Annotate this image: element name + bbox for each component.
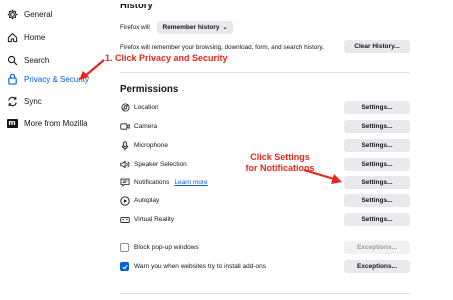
permission-label: Notifications xyxy=(134,179,170,186)
history-description: Firefox will remember your browsing, dow… xyxy=(120,44,324,51)
sidebar-item-search[interactable]: Search xyxy=(6,52,49,68)
sidebar: General Home Search Privacy & Security S… xyxy=(0,0,110,300)
popup-exceptions-button[interactable]: Exceptions... xyxy=(344,241,410,254)
sidebar-item-label: Sync xyxy=(24,96,42,106)
annotation-arrow-step2 xyxy=(303,168,342,184)
sidebar-item-more-from-mozilla[interactable]: m More from Mozilla xyxy=(6,115,88,131)
camera-settings-button[interactable]: Settings... xyxy=(344,120,410,133)
sidebar-item-home[interactable]: Home xyxy=(6,29,45,45)
sidebar-item-label: More from Mozilla xyxy=(24,118,88,128)
sync-icon xyxy=(6,95,18,107)
history-mode-value: Remember history xyxy=(162,24,220,31)
warn-addons-checkbox[interactable] xyxy=(120,262,129,271)
notification-icon xyxy=(120,178,130,188)
permission-label: Microphone xyxy=(134,142,168,149)
learn-more-link[interactable]: Learn more xyxy=(174,179,207,186)
sidebar-item-general[interactable]: General xyxy=(6,6,52,22)
sidebar-item-label: Home xyxy=(24,32,46,42)
permission-label: Virtual Reality xyxy=(134,216,174,223)
permission-autoplay: Autoplay xyxy=(120,194,159,207)
location-icon xyxy=(120,103,130,113)
history-heading: History xyxy=(120,0,153,11)
block-popups-label: Block pop-up windows xyxy=(134,244,199,251)
notifications-settings-button[interactable]: Settings... xyxy=(344,176,410,189)
speaker-selection-settings-button[interactable]: Settings... xyxy=(344,158,410,171)
microphone-icon xyxy=(120,140,130,151)
firefox-will-label: Firefox will xyxy=(120,24,150,31)
divider xyxy=(120,72,410,73)
lock-icon xyxy=(6,73,18,85)
warn-addons-row: Warn you when websites try to install ad… xyxy=(120,260,266,273)
annotation-arrow-step1 xyxy=(79,59,105,80)
divider xyxy=(120,293,410,294)
virtual-reality-settings-button[interactable]: Settings... xyxy=(344,213,410,226)
sidebar-item-sync[interactable]: Sync xyxy=(6,93,42,109)
addon-exceptions-button[interactable]: Exceptions... xyxy=(344,260,410,273)
block-popups-checkbox[interactable] xyxy=(120,243,129,252)
autoplay-settings-button[interactable]: Settings... xyxy=(344,194,410,207)
permission-virtual-reality: Virtual Reality xyxy=(120,213,174,226)
checkmark-icon xyxy=(121,264,128,270)
permission-microphone: Microphone xyxy=(120,139,168,152)
search-icon xyxy=(6,54,18,66)
permission-label: Autoplay xyxy=(134,197,160,204)
permission-label: Speaker Selection xyxy=(134,161,187,168)
warn-addons-label: Warn you when websites try to install ad… xyxy=(134,263,266,270)
annotation-step1: 1. Click Privacy and Security xyxy=(105,53,228,63)
permission-label: Camera xyxy=(134,123,158,130)
history-mode-select[interactable]: Remember history ⌄ xyxy=(157,21,233,34)
permission-notifications: Notifications Learn more xyxy=(120,176,208,189)
home-icon xyxy=(6,31,18,43)
permission-camera: Camera xyxy=(120,120,157,133)
vr-icon xyxy=(120,215,130,225)
permission-speaker-selection: Speaker Selection xyxy=(120,158,187,171)
sidebar-item-label: Search xyxy=(24,55,50,65)
permission-location: Location xyxy=(120,101,159,114)
speaker-icon xyxy=(120,160,130,170)
chevron-down-icon: ⌄ xyxy=(222,25,228,31)
permission-label: Location xyxy=(134,104,159,111)
microphone-settings-button[interactable]: Settings... xyxy=(344,139,410,152)
sidebar-item-label: General xyxy=(24,9,53,19)
clear-history-button[interactable]: Clear History... xyxy=(344,40,410,53)
annotation-step2-line1: Click Settings xyxy=(250,152,310,162)
mozilla-badge: m xyxy=(6,118,18,128)
permissions-heading: Permissions xyxy=(120,84,179,95)
autoplay-icon xyxy=(120,195,130,206)
gear-icon xyxy=(6,8,18,20)
location-settings-button[interactable]: Settings... xyxy=(344,101,410,114)
mozilla-icon: m xyxy=(6,117,18,129)
block-popups-row: Block pop-up windows xyxy=(120,241,199,254)
camera-icon xyxy=(120,122,130,132)
